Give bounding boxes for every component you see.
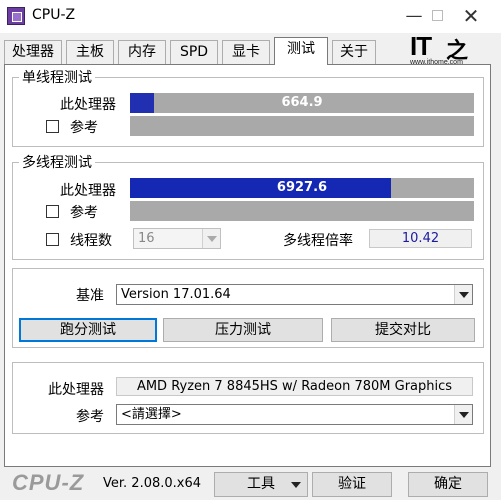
maximize-icon [431, 10, 443, 21]
bench-panel: 单线程测试 此处理器 664.9 参考 多线程测试 此处理器 6927.6 参考… [4, 64, 491, 467]
multi-thread-score: 6927.6 [276, 180, 328, 195]
tools-button[interactable]: 工具 [214, 472, 308, 497]
benchmark-controls-group: 基准 Version 17.01.64 跑分测试 压力测试 提交对比 [12, 268, 484, 348]
compare-this-cpu-label: 此处理器 [48, 382, 104, 398]
tab-bench[interactable]: 测试 [274, 37, 328, 65]
threads-select-value: 16 [138, 231, 155, 246]
multi-this-cpu-label: 此处理器 [60, 183, 116, 199]
reference-cpu-select-value: <請選擇> [121, 407, 182, 422]
close-button[interactable]: ✕ [459, 4, 483, 28]
tab-spd[interactable]: SPD [170, 40, 218, 64]
single-reference-bar [130, 116, 474, 136]
single-thread-score: 664.9 [281, 95, 323, 110]
stress-test-button[interactable]: 压力测试 [163, 318, 323, 342]
run-bench-button[interactable]: 跑分测试 [19, 318, 157, 342]
ok-button[interactable]: 确定 [408, 472, 488, 497]
reference-cpu-select[interactable]: <請選擇> [116, 404, 473, 425]
single-reference-label: 参考 [70, 120, 98, 136]
footer-logo: CPU-Z [12, 470, 85, 495]
chevron-down-icon [454, 405, 472, 424]
chevron-down-icon [291, 482, 301, 488]
threads-select[interactable]: 16 [133, 228, 221, 249]
tools-button-label: 工具 [247, 476, 275, 492]
watermark-brand-latin: IT [410, 31, 432, 61]
threads-label: 线程数 [70, 233, 112, 249]
minimize-button[interactable]: — [402, 4, 426, 28]
multi-ratio-value: 10.42 [369, 229, 472, 248]
single-thread-score-bar: 664.9 [130, 93, 474, 113]
compare-reference-label: 参考 [76, 409, 104, 425]
compare-this-cpu-name: AMD Ryzen 7 8845HS w/ Radeon 780M Graphi… [116, 377, 473, 396]
multi-thread-score-bar: 6927.6 [130, 178, 474, 198]
multi-reference-bar [130, 201, 474, 221]
multi-reference-label: 参考 [70, 205, 98, 221]
single-thread-group: 单线程测试 此处理器 664.9 参考 [12, 67, 484, 147]
baseline-select-value: Version 17.01.64 [121, 287, 231, 302]
multi-reference-checkbox[interactable] [46, 205, 59, 218]
multi-thread-title: 多线程测试 [19, 152, 95, 172]
tab-processor[interactable]: 处理器 [4, 40, 62, 64]
version-label: Ver. 2.08.0.x64 [103, 476, 202, 491]
submit-compare-button[interactable]: 提交对比 [331, 318, 475, 342]
chevron-down-icon [454, 285, 472, 304]
maximize-button[interactable] [425, 4, 449, 28]
multi-ratio-label: 多线程倍率 [283, 233, 353, 249]
single-this-cpu-label: 此处理器 [60, 97, 116, 113]
multi-thread-group: 多线程测试 此处理器 6927.6 参考 线程数 16 多线程倍率 10.42 [12, 152, 484, 260]
single-reference-checkbox[interactable] [46, 120, 59, 133]
threads-checkbox[interactable] [46, 233, 59, 246]
single-thread-title: 单线程测试 [19, 67, 95, 87]
tab-memory[interactable]: 内存 [118, 40, 166, 64]
tab-graphics[interactable]: 显卡 [222, 40, 270, 64]
chevron-down-icon [202, 229, 220, 248]
tab-about[interactable]: 关于 [332, 40, 376, 64]
window-title: CPU-Z [32, 7, 76, 23]
cpu-z-app-icon [7, 7, 25, 25]
validate-button[interactable]: 验证 [312, 472, 392, 497]
baseline-label: 基准 [76, 288, 104, 304]
title-bar[interactable]: CPU-Z — ✕ [0, 0, 501, 33]
baseline-select[interactable]: Version 17.01.64 [116, 284, 473, 305]
tab-mainboard[interactable]: 主板 [66, 40, 114, 64]
compare-group: 此处理器 AMD Ryzen 7 8845HS w/ Radeon 780M G… [12, 362, 484, 434]
